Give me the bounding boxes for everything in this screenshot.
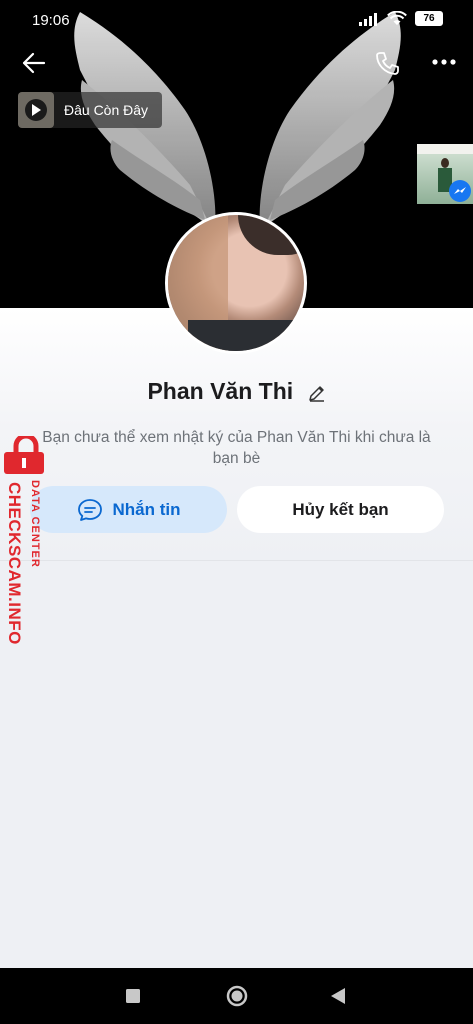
floating-chat-thumbnail[interactable] <box>417 144 473 204</box>
message-button-label: Nhắn tin <box>112 499 181 519</box>
lock-icon <box>4 436 44 474</box>
messenger-icon <box>449 180 471 202</box>
nav-back-icon[interactable] <box>331 988 345 1004</box>
music-title: Đâu Còn Đây <box>64 102 149 118</box>
unfriend-button-label: Hủy kết bạn <box>292 499 389 519</box>
status-bar: 19:06 76 <box>0 0 473 40</box>
profile-name-row: Phan Văn Thi <box>0 378 473 405</box>
nav-recents-icon[interactable] <box>126 989 140 1003</box>
section-divider <box>0 560 473 561</box>
nav-home-icon[interactable] <box>226 985 248 1007</box>
play-icon[interactable] <box>25 99 47 121</box>
music-thumbnail <box>18 92 54 128</box>
signal-icon <box>359 12 377 26</box>
battery-indicator: 76 <box>415 11 443 26</box>
status-icons: 76 <box>359 11 443 26</box>
avatar[interactable] <box>165 212 307 354</box>
chat-bubble-icon <box>77 498 102 521</box>
profile-content <box>0 308 473 968</box>
phone-icon[interactable] <box>374 50 400 76</box>
back-arrow-icon[interactable] <box>22 52 46 74</box>
checkscam-watermark: DATA CENTER CHECKSCAM.INFO <box>2 436 50 666</box>
friendship-notice: Bạn chưa thể xem nhật ký của Phan Văn Th… <box>42 429 431 467</box>
system-nav-bar <box>0 968 473 1024</box>
message-button[interactable]: Nhắn tin <box>30 486 227 533</box>
profile-music-chip[interactable]: Đâu Còn Đây <box>18 92 163 128</box>
edit-pencil-icon[interactable] <box>308 384 326 402</box>
watermark-line1: DATA CENTER <box>29 480 41 568</box>
watermark-line2: CHECKSCAM.INFO <box>5 482 24 645</box>
status-time: 19:06 <box>32 12 70 29</box>
wifi-icon <box>387 11 407 25</box>
unfriend-button[interactable]: Hủy kết bạn <box>237 486 444 533</box>
more-icon[interactable] <box>432 58 456 66</box>
profile-name: Phan Văn Thi <box>147 378 294 404</box>
